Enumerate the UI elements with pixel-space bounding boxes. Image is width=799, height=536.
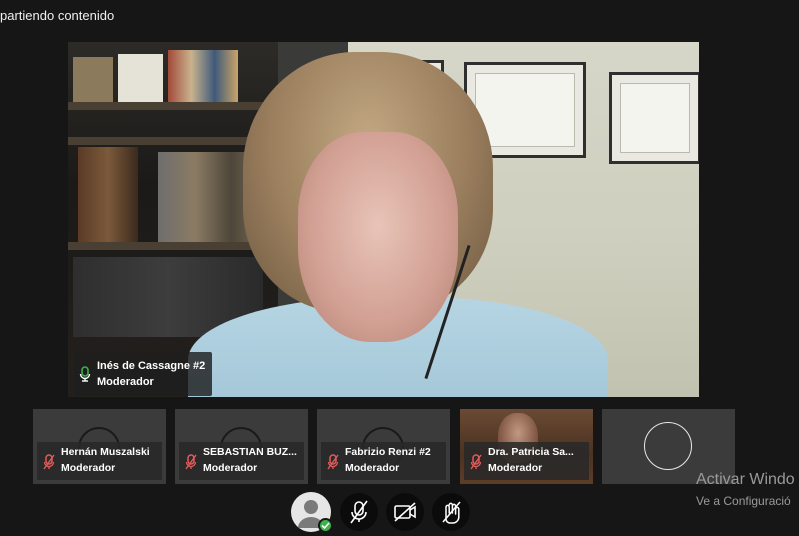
camera-off-icon <box>394 502 416 522</box>
participant-role: Moderador <box>97 376 154 388</box>
mic-off-icon <box>43 454 55 470</box>
participant-tile[interactable]: SEBASTIAN BUZ... Moderador <box>175 409 308 484</box>
main-video[interactable] <box>68 42 699 397</box>
participant-video-tile[interactable]: Dra. Patricia Sa... Moderador <box>460 409 593 484</box>
participant-role: Moderador <box>61 462 116 474</box>
participant-tile[interactable]: Fabrizio Renzi #2 Moderador <box>317 409 450 484</box>
participant-role: Moderador <box>203 462 258 474</box>
participant-name: Fabrizio Renzi #2 <box>345 446 431 458</box>
participant-role: Moderador <box>345 462 400 474</box>
participant-tile[interactable]: Hernán Muszalski Moderador <box>33 409 166 484</box>
mic-off-icon <box>327 454 339 470</box>
mic-off-icon <box>185 454 197 470</box>
mic-off-icon <box>470 454 482 470</box>
mic-toggle-button[interactable] <box>340 493 378 531</box>
participant-name: Hernán Muszalski <box>61 446 150 458</box>
status-text: partiendo contenido <box>0 8 115 23</box>
participant-role: Moderador <box>488 462 543 474</box>
participant-name: Dra. Patricia Sa... <box>488 446 574 458</box>
mic-off-icon <box>350 500 368 524</box>
mic-icon <box>79 366 91 382</box>
watermark-subtitle: Ve a Configuració <box>696 494 791 508</box>
participant-name: Inés de Cassagne #2 <box>97 360 206 372</box>
raise-hand-icon <box>442 501 461 524</box>
camera-toggle-button[interactable] <box>386 493 424 531</box>
watermark-title: Activar Windo <box>696 471 795 488</box>
wall-diploma <box>609 72 699 164</box>
participant-name: SEBASTIAN BUZ... <box>203 446 297 458</box>
main-participant-tag: Inés de Cassagne #2 Moderador <box>74 352 212 396</box>
placeholder-circle-icon <box>644 422 692 470</box>
check-icon <box>318 518 333 533</box>
raise-hand-button[interactable] <box>432 493 470 531</box>
person-face <box>298 132 458 342</box>
